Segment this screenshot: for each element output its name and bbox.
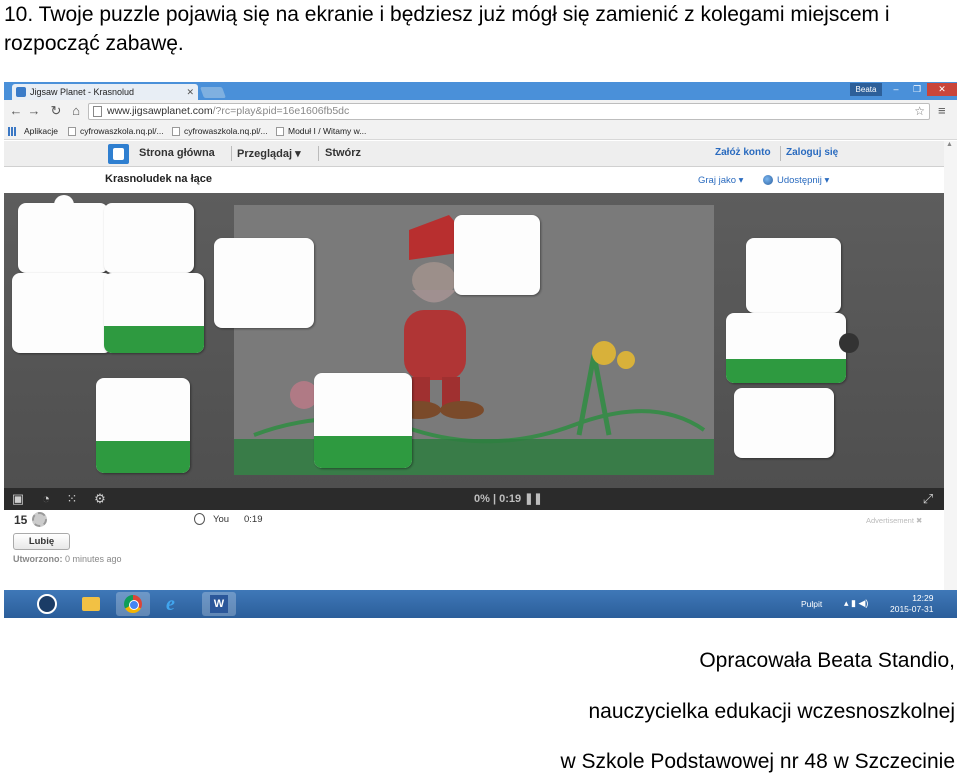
settings-gear-icon[interactable]: ⚙ xyxy=(92,491,108,507)
image-icon[interactable]: ▣ xyxy=(10,491,26,507)
windows-taskbar: e W Pulpit ▴ ▮ ◀) 12:29 2015-07-31 xyxy=(4,590,957,618)
clock-time: 12:29 xyxy=(912,593,934,603)
ghost-icon[interactable]: ◔ xyxy=(38,491,54,507)
close-window-icon[interactable]: ✕ xyxy=(927,83,957,96)
puzzle-piece[interactable] xyxy=(734,388,834,458)
clock[interactable]: 12:29 2015-07-31 xyxy=(890,593,933,615)
system-tray[interactable]: ▴ ▮ ◀) xyxy=(844,598,868,609)
jigsaw-favicon-icon xyxy=(16,87,26,97)
jigsaw-logo-icon[interactable] xyxy=(108,144,129,164)
puzzle-piece[interactable] xyxy=(726,313,846,383)
profile-badge[interactable]: Beata xyxy=(850,83,882,96)
site-header: Strona główna Przeglądaj ▾ Stwórz Załóż … xyxy=(4,141,944,167)
globe-icon xyxy=(763,175,773,185)
piece-count: 15 xyxy=(14,513,28,527)
internet-explorer-icon: e xyxy=(166,593,175,615)
game-controls: ▣ ◔ ⁙ ⚙ 0% | 0:19 ❚❚ ⤢ xyxy=(4,488,944,510)
puzzle-piece[interactable] xyxy=(104,203,194,273)
puzzle-board[interactable] xyxy=(4,193,944,488)
page-icon xyxy=(172,127,180,136)
back-icon[interactable]: ← xyxy=(8,103,24,119)
tab-title: Jigsaw Planet - Krasnolud xyxy=(30,87,135,97)
puzzle-piece-knob xyxy=(54,195,74,215)
folder-icon xyxy=(82,597,100,611)
minimize-icon[interactable]: – xyxy=(886,83,906,96)
close-ad-icon[interactable]: ✖ xyxy=(916,516,922,525)
puzzle-piece[interactable] xyxy=(746,238,841,313)
like-button[interactable]: Lubię xyxy=(13,533,70,550)
fullscreen-icon[interactable]: ⤢ xyxy=(920,491,936,507)
taskbar-ie[interactable]: e xyxy=(158,592,192,616)
home-icon[interactable]: ⌂ xyxy=(68,103,84,119)
puzzle-title: Krasnoludek na łące xyxy=(105,173,212,185)
share-dropdown[interactable]: Udostępnij ▾ xyxy=(777,175,829,186)
puzzle-piece-knob xyxy=(839,333,859,353)
nav-separator xyxy=(780,146,781,161)
instruction-text: 10. Twoje puzzle pojawią się na ekranie … xyxy=(4,3,890,55)
puzzle-piece[interactable] xyxy=(314,373,412,468)
restore-icon[interactable]: ❐ xyxy=(907,83,927,96)
nav-create[interactable]: Stwórz xyxy=(325,147,361,159)
tab-close-icon[interactable]: ✕ xyxy=(186,84,194,100)
player-time: 0:19 xyxy=(244,514,263,525)
play-as-dropdown[interactable]: Graj jako ▾ xyxy=(698,175,743,186)
address-bar[interactable]: www.jigsawplanet.com/?rc=play&pid=16e160… xyxy=(88,103,930,120)
new-tab-button[interactable] xyxy=(199,87,227,98)
reload-icon[interactable]: ↻ xyxy=(48,103,64,119)
author-line-3: w Szkole Podstawowej nr 48 w Szczecinie xyxy=(560,750,955,773)
puzzle-piece[interactable] xyxy=(454,215,540,295)
clock-date: 2015-07-31 xyxy=(890,604,934,614)
piece-count-icon xyxy=(32,512,47,527)
puzzle-info: 15 You 0:19 Advertisement ✖ Lubię Utworz… xyxy=(4,510,944,590)
page-scrollbar[interactable] xyxy=(944,141,957,618)
progress-percent: 0% xyxy=(474,493,490,505)
bookmark-2[interactable]: cyfrowaszkola.nq.pl/... xyxy=(172,123,268,140)
bookmark-3[interactable]: Moduł I / Witamy w... xyxy=(276,123,366,140)
puzzle-piece[interactable] xyxy=(104,273,204,353)
url-path: /?rc=play&pid=16e1606fb5dc xyxy=(212,105,350,117)
word-icon: W xyxy=(210,595,228,613)
signup-link[interactable]: Załóż konto xyxy=(715,147,771,158)
start-icon[interactable] xyxy=(37,594,57,614)
forward-icon[interactable]: → xyxy=(26,103,42,119)
menu-icon[interactable]: ≡ xyxy=(938,104,952,118)
page-icon xyxy=(276,127,284,136)
bookmarks-bar: Aplikacje cyfrowaszkola.nq.pl/... cyfrow… xyxy=(4,123,957,140)
author-line-2: nauczycielka edukacji wczesnoszkolnej xyxy=(588,700,955,723)
bookmark-apps[interactable]: Aplikacje xyxy=(12,123,58,140)
puzzle-piece[interactable] xyxy=(214,238,314,328)
desktop-toolbar[interactable]: Pulpit xyxy=(801,599,822,609)
chrome-icon xyxy=(124,595,142,613)
nav-separator xyxy=(231,146,232,161)
advertisement-label: Advertisement ✖ xyxy=(866,516,923,525)
nav-browse[interactable]: Przeglądaj ▾ xyxy=(237,147,301,160)
player-label: You xyxy=(213,514,230,525)
scatter-icon[interactable]: ⁙ xyxy=(64,491,80,507)
stopwatch-icon xyxy=(194,513,205,525)
screenshot: Jigsaw Planet - Krasnolud ✕ Beata – ❐ ✕ … xyxy=(4,82,957,618)
puzzle-piece[interactable] xyxy=(96,378,190,473)
nav-home[interactable]: Strona główna xyxy=(139,147,215,159)
pause-icon[interactable]: ❚❚ xyxy=(524,493,542,505)
taskbar-word[interactable]: W xyxy=(202,592,236,616)
login-link[interactable]: Zaloguj się xyxy=(786,147,838,158)
author-line-1: Opracowała Beata Standio, xyxy=(699,649,955,672)
taskbar-explorer[interactable] xyxy=(74,592,108,616)
grass-strip xyxy=(234,439,714,475)
page-icon xyxy=(93,106,102,117)
browser-tab[interactable]: Jigsaw Planet - Krasnolud ✕ xyxy=(12,84,198,100)
url-host: www.jigsawplanet.com xyxy=(107,105,213,117)
bookmark-1[interactable]: cyfrowaszkola.nq.pl/... xyxy=(68,123,164,140)
puzzle-header: Krasnoludek na łące Graj jako ▾ Udostępn… xyxy=(4,168,944,192)
game-time: 0:19 xyxy=(499,493,522,505)
browser-titlebar: Jigsaw Planet - Krasnolud ✕ Beata – ❐ ✕ xyxy=(4,82,957,100)
nav-separator xyxy=(318,146,319,161)
browser-toolbar: ← → ↻ ⌂ www.jigsawplanet.com/?rc=play&pi… xyxy=(4,100,957,123)
progress-timer: 0% | 0:19 ❚❚ xyxy=(474,493,543,505)
taskbar-chrome[interactable] xyxy=(116,592,150,616)
page-icon xyxy=(68,127,76,136)
created-info: Utworzono: 0 minutes ago xyxy=(13,554,122,564)
puzzle-piece[interactable] xyxy=(12,273,112,353)
bookmark-star-icon[interactable]: ☆ xyxy=(914,104,925,119)
